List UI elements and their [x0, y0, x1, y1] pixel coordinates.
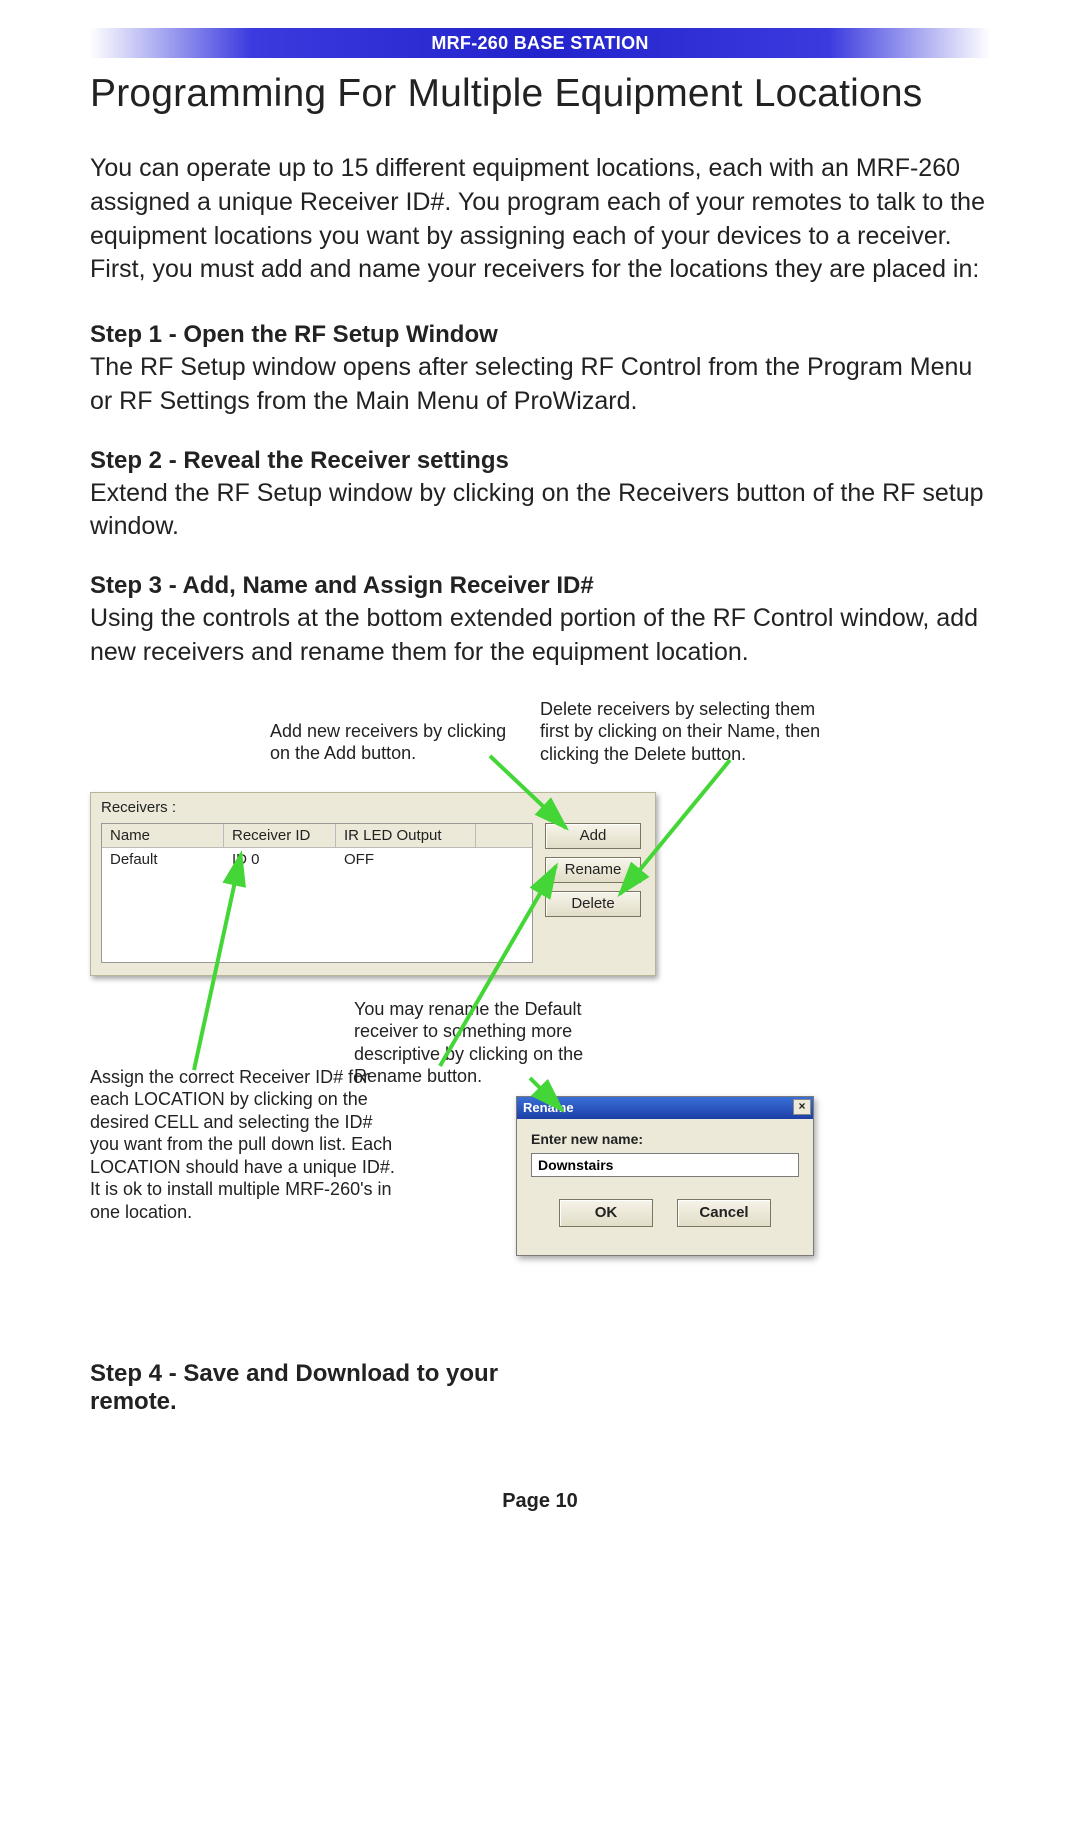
receivers-panel: Receivers : Name Receiver ID IR LED Outp…: [90, 792, 656, 976]
cancel-button[interactable]: Cancel: [677, 1199, 771, 1227]
dialog-title-text: Rename: [523, 1100, 574, 1115]
new-name-input[interactable]: [531, 1153, 799, 1177]
callout-assign: Assign the correct Receiver ID# for each…: [90, 1066, 400, 1224]
dialog-title-bar: Rename ×: [517, 1097, 813, 1119]
intro-paragraph: You can operate up to 15 different equip…: [90, 152, 990, 287]
col-name-header[interactable]: Name: [102, 824, 224, 848]
rename-button[interactable]: Rename: [545, 857, 641, 883]
table-row[interactable]: Default ID 0 OFF: [102, 848, 532, 871]
rename-dialog: Rename × Enter new name: OK Cancel: [516, 1096, 814, 1256]
figure-zone: Add new receivers by clicking on the Add…: [90, 698, 990, 1338]
step-3-body: Using the controls at the bottom extende…: [90, 602, 990, 670]
page-title: Programming For Multiple Equipment Locat…: [90, 72, 990, 116]
receivers-label: Receivers :: [91, 793, 655, 818]
col-id-header[interactable]: Receiver ID: [224, 824, 336, 848]
step-1-body: The RF Setup window opens after selectin…: [90, 351, 990, 419]
cell-end: [476, 848, 532, 871]
step-4: Step 4 - Save and Download to your remot…: [90, 1360, 990, 1416]
step-3-heading: Step 3 - Add, Name and Assign Receiver I…: [90, 572, 990, 600]
step-3: Step 3 - Add, Name and Assign Receiver I…: [90, 572, 990, 670]
receivers-grid: Name Receiver ID IR LED Output Default I…: [101, 823, 533, 963]
step-2: Step 2 - Reveal the Receiver settings Ex…: [90, 447, 990, 545]
cell-receiver-id[interactable]: ID 0: [224, 848, 336, 871]
step-1-heading: Step 1 - Open the RF Setup Window: [90, 321, 990, 349]
delete-button[interactable]: Delete: [545, 891, 641, 917]
step-2-heading: Step 2 - Reveal the Receiver settings: [90, 447, 990, 475]
col-led-header[interactable]: IR LED Output: [336, 824, 476, 848]
step-1: Step 1 - Open the RF Setup Window The RF…: [90, 321, 990, 419]
col-end-header: [476, 824, 532, 848]
add-button[interactable]: Add: [545, 823, 641, 849]
step-4-heading: Step 4 - Save and Download to your remot…: [90, 1360, 510, 1416]
header-bar: MRF-260 BASE STATION: [90, 28, 990, 58]
callout-delete: Delete receivers by selecting them first…: [540, 698, 840, 766]
cell-name[interactable]: Default: [102, 848, 224, 871]
cell-ir-led[interactable]: OFF: [336, 848, 476, 871]
ok-button[interactable]: OK: [559, 1199, 653, 1227]
page-number: Page 10: [90, 1490, 990, 1513]
callout-add: Add new receivers by clicking on the Add…: [270, 720, 520, 765]
close-icon[interactable]: ×: [793, 1099, 811, 1115]
dialog-label: Enter new name:: [531, 1131, 799, 1147]
step-2-body: Extend the RF Setup window by clicking o…: [90, 477, 990, 545]
grid-header: Name Receiver ID IR LED Output: [102, 824, 532, 848]
